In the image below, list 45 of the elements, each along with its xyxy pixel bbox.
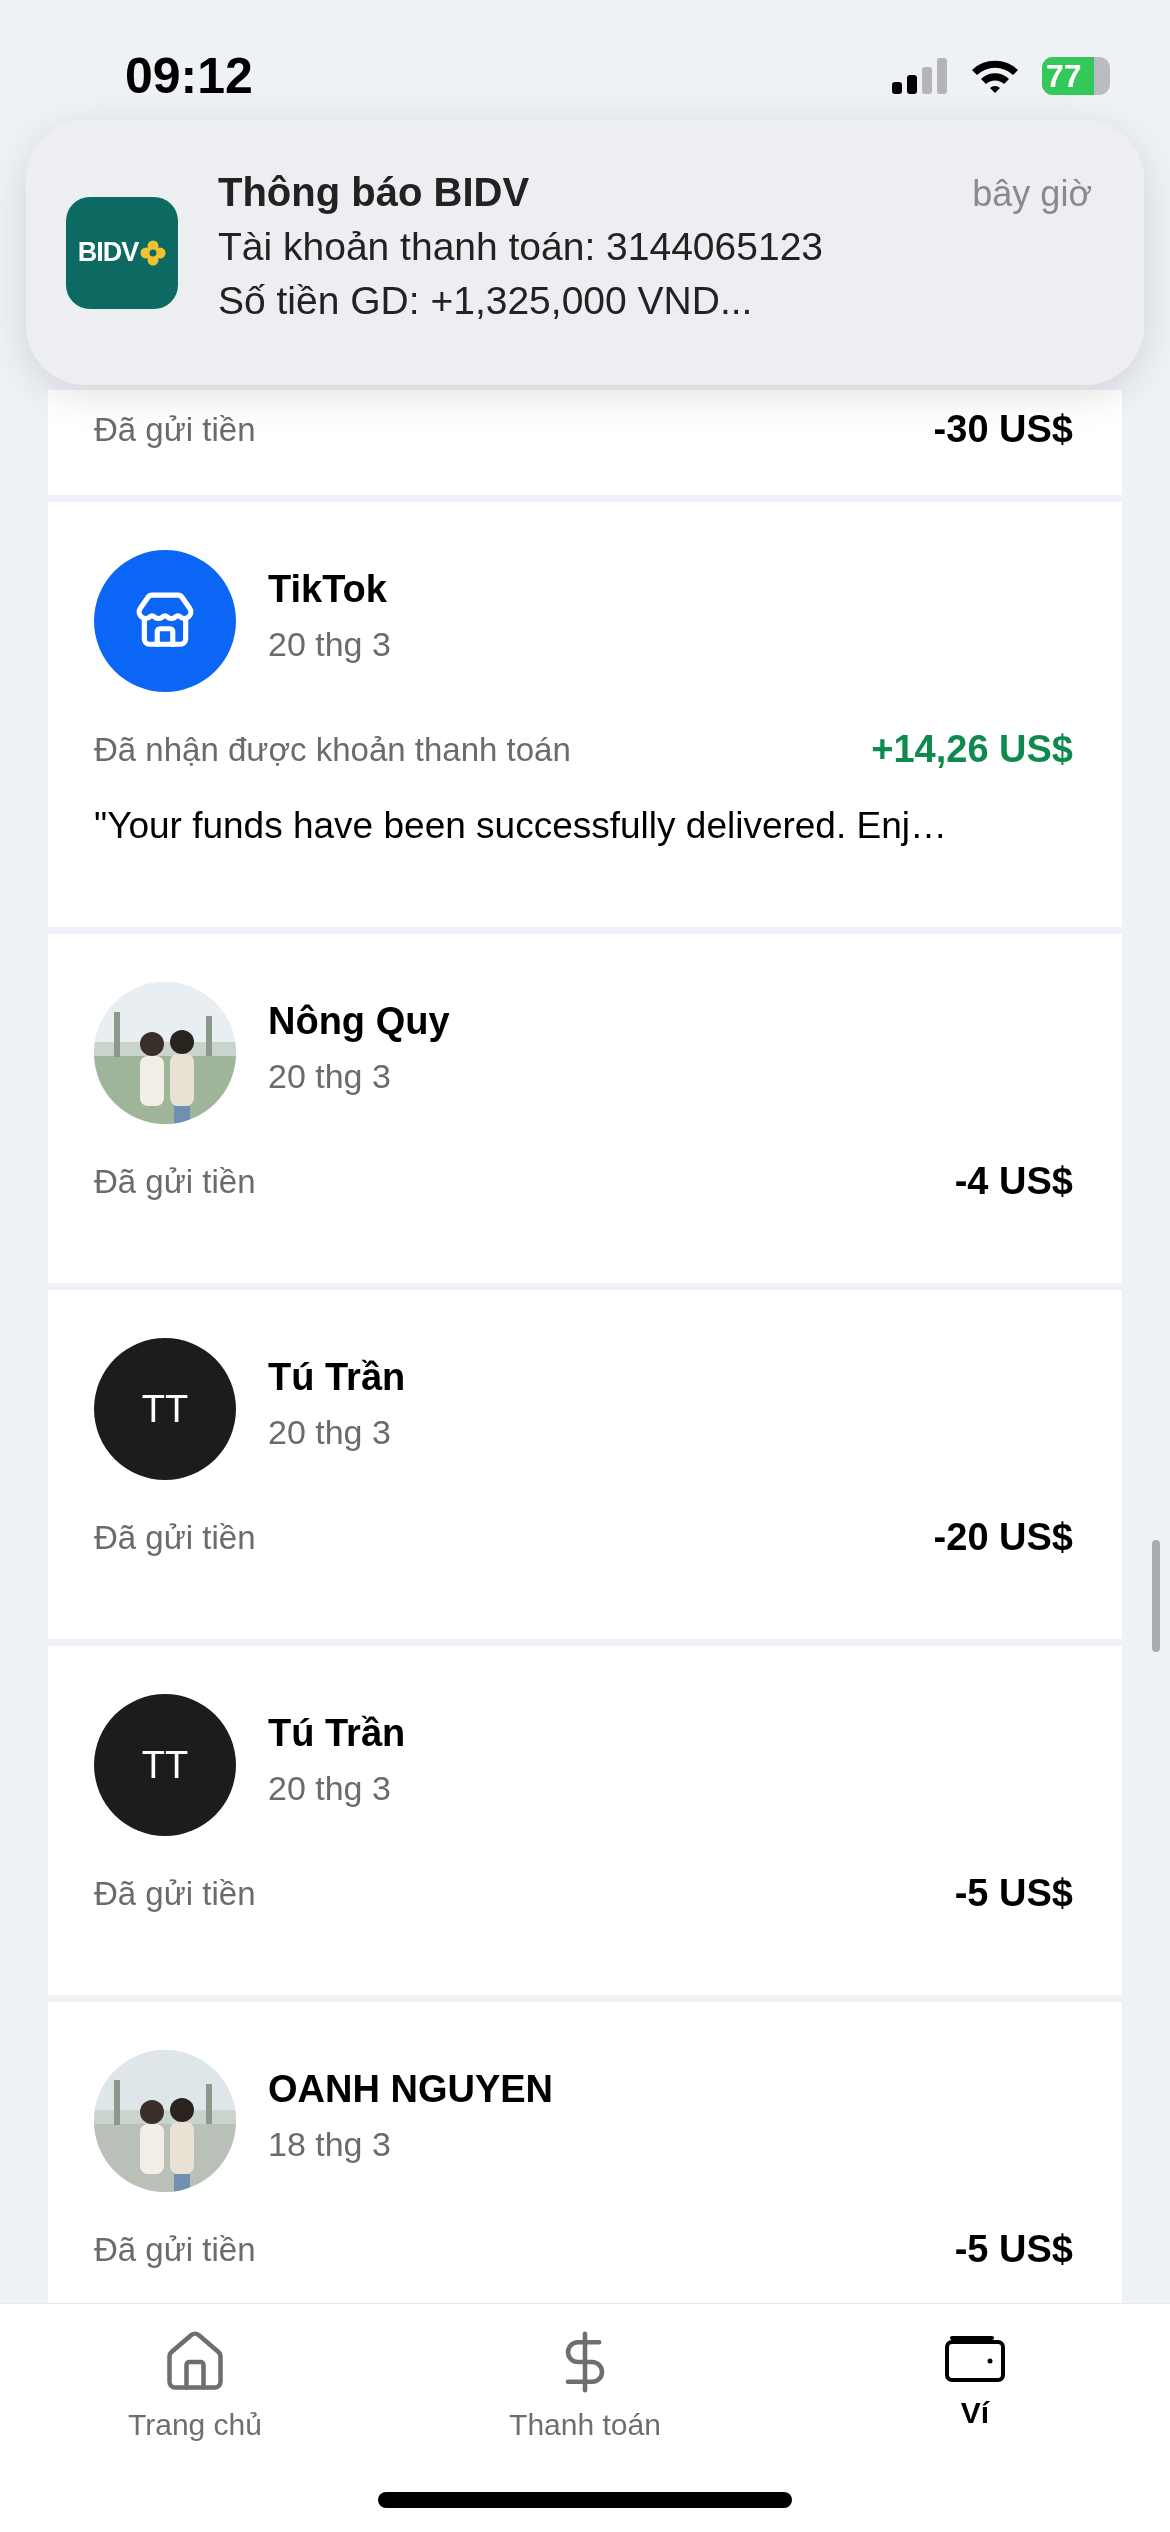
transaction-card[interactable]: TikTok 20 thg 3 Đã nhận được khoản thanh toán +14,26 US$ "Your funds have been successfully delivered. Enj…: [48, 502, 1122, 927]
transaction-date: 18 thg 3: [268, 2125, 392, 2164]
app-logo: BIDV: [66, 196, 178, 309]
transaction-card[interactable]: TT Tú Trần 20 thg 3 Đã gửi tiền -20 US$: [48, 1290, 1122, 1639]
nav-tab[interactable]: Trang chủ: [128, 2328, 262, 2442]
clock-time: 09:12: [125, 47, 253, 106]
notification-time: bây giờ: [972, 173, 1092, 215]
notification-text: Số tiền GD: +1,325,000 VND...: [218, 279, 754, 323]
transaction-amount: -30 US$: [933, 408, 1073, 451]
transaction-amount: -20 US$: [933, 1516, 1073, 1559]
nav-tab[interactable]: Ví: [944, 2328, 1006, 2430]
transaction-status: Đã nhận được khoản thanh toán: [94, 730, 571, 769]
transaction-date: 20 thg 3: [268, 1057, 392, 1096]
transaction-amount: -5 US$: [954, 2228, 1073, 2271]
payee-name: Tú Trần: [268, 1712, 406, 1755]
notification-toast[interactable]: BIDV Thông báo BIDV bây giờ Tài khoản thanh toán: 3144065123 Số tiền GD: +1,325,000 VND...: [26, 120, 1144, 385]
payee-name: OANH NGUYEN: [268, 2068, 554, 2111]
notification-text: Tài khoản thanh toán: 3144065123: [218, 225, 824, 269]
transaction-amount: -4 US$: [954, 1160, 1073, 1203]
payee-name: TikTok: [268, 568, 388, 611]
transaction-card[interactable]: Đã gửi tiền -30 US$: [48, 390, 1122, 495]
payee-name: Tú Trần: [268, 1356, 406, 1399]
wifi-icon: [970, 58, 1020, 94]
transaction-amount: +14,26 US$: [871, 728, 1073, 771]
nav-tab[interactable]: Thanh toán: [509, 2328, 661, 2442]
transaction-date: 20 thg 3: [268, 625, 391, 664]
transaction-card[interactable]: TT Tú Trần 20 thg 3 Đã gửi tiền -5 US$: [48, 1646, 1122, 1995]
transaction-message: "Your funds have been successfully delivered. Enj…: [94, 805, 948, 847]
notification-title: Thông báo BIDV: [218, 170, 530, 215]
transaction-date: 20 thg 3: [268, 1769, 392, 1808]
transaction-amount: -5 US$: [954, 1872, 1073, 1915]
transaction-status: Đã gửi tiền: [94, 410, 256, 449]
transaction-date: 20 thg 3: [268, 1413, 392, 1452]
transaction-status: Đã gửi tiền: [94, 1162, 256, 1201]
transaction-card[interactable]: OANH NGUYEN 18 thg 3 Đã gửi tiền -5 US$: [48, 2002, 1122, 2303]
avatar-initials: TT: [141, 1743, 189, 1787]
signal-icon: [892, 58, 948, 94]
transaction-card[interactable]: Nông Quy 20 thg 3 Đã gửi tiền -4 US$: [48, 934, 1122, 1283]
battery-icon: 77: [1042, 57, 1110, 95]
avatar-initials: TT: [141, 1387, 189, 1431]
flower-icon: [140, 239, 167, 266]
transaction-status: Đã gửi tiền: [94, 1518, 256, 1557]
payee-name: Nông Quy: [268, 1000, 450, 1043]
transaction-status: Đã gửi tiền: [94, 2230, 256, 2269]
transaction-status: Đã gửi tiền: [94, 1874, 256, 1913]
